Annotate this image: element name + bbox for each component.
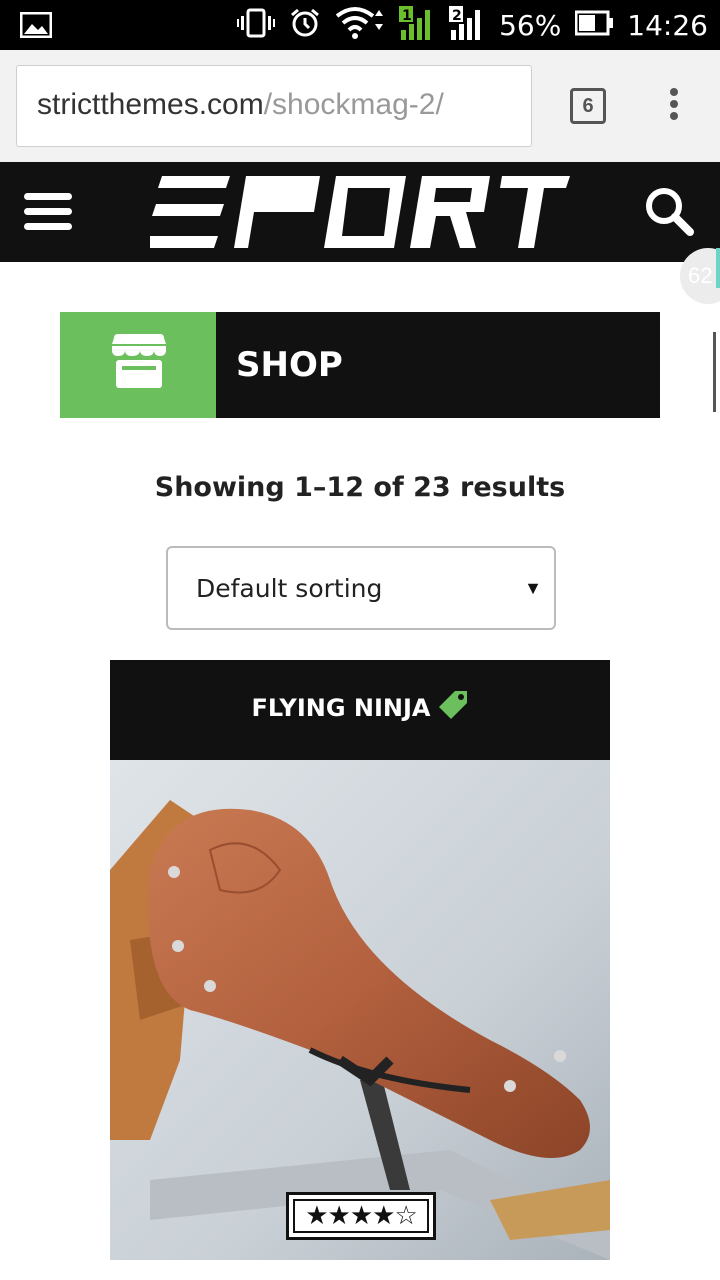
shop-icon-box xyxy=(60,312,216,418)
storefront-icon xyxy=(112,334,166,388)
results-count: Showing 1–12 of 23 results xyxy=(154,472,566,503)
tab-switcher-button[interactable]: 6 xyxy=(570,88,606,124)
caret-down-icon: ▼ xyxy=(524,578,542,598)
price-tag-icon xyxy=(438,691,467,719)
signal-sim1-icon: 1 xyxy=(399,5,435,45)
product-image[interactable] xyxy=(110,760,610,1260)
sorting-selected-value: Default sorting xyxy=(196,574,383,603)
url-host: strictthemes.com xyxy=(37,88,264,121)
status-bar: 1 2 56% 14:26 xyxy=(0,0,720,50)
vibrate-icon xyxy=(237,8,276,43)
shop-banner: SHOP xyxy=(60,312,660,418)
more-vert-icon[interactable] xyxy=(664,88,684,128)
edge-indicator xyxy=(716,248,720,288)
url-bar[interactable]: strictthemes.com/shockmag-2/ xyxy=(16,65,532,147)
rating-stars: ★★★★☆ xyxy=(293,1199,429,1233)
sorting-select[interactable]: Default sorting ▼ xyxy=(166,546,556,630)
url-path: /shockmag-2/ xyxy=(263,88,444,121)
product-card-header[interactable]: FLYING NINJA xyxy=(110,660,610,760)
image-notification-icon xyxy=(19,11,53,43)
alarm-icon xyxy=(289,7,321,44)
battery-icon xyxy=(574,10,614,41)
site-header xyxy=(0,162,720,412)
hamburger-menu-icon[interactable] xyxy=(24,193,72,233)
product-title[interactable]: FLYING NINJA xyxy=(251,694,430,722)
svg-text:1: 1 xyxy=(402,8,412,24)
page-title: SHOP xyxy=(236,345,343,385)
search-icon[interactable] xyxy=(644,186,694,241)
product-rating: ★★★★☆ xyxy=(286,1192,436,1240)
browser-toolbar: strictthemes.com/shockmag-2/ 6 xyxy=(0,50,720,162)
site-logo[interactable] xyxy=(150,176,570,248)
clock: 14:26 xyxy=(627,8,708,42)
battery-percent: 56% xyxy=(499,8,562,42)
wifi-icon xyxy=(335,6,385,45)
svg-text:2: 2 xyxy=(452,8,462,24)
signal-sim2-icon: 2 xyxy=(449,5,485,45)
scrollbar xyxy=(713,332,716,412)
